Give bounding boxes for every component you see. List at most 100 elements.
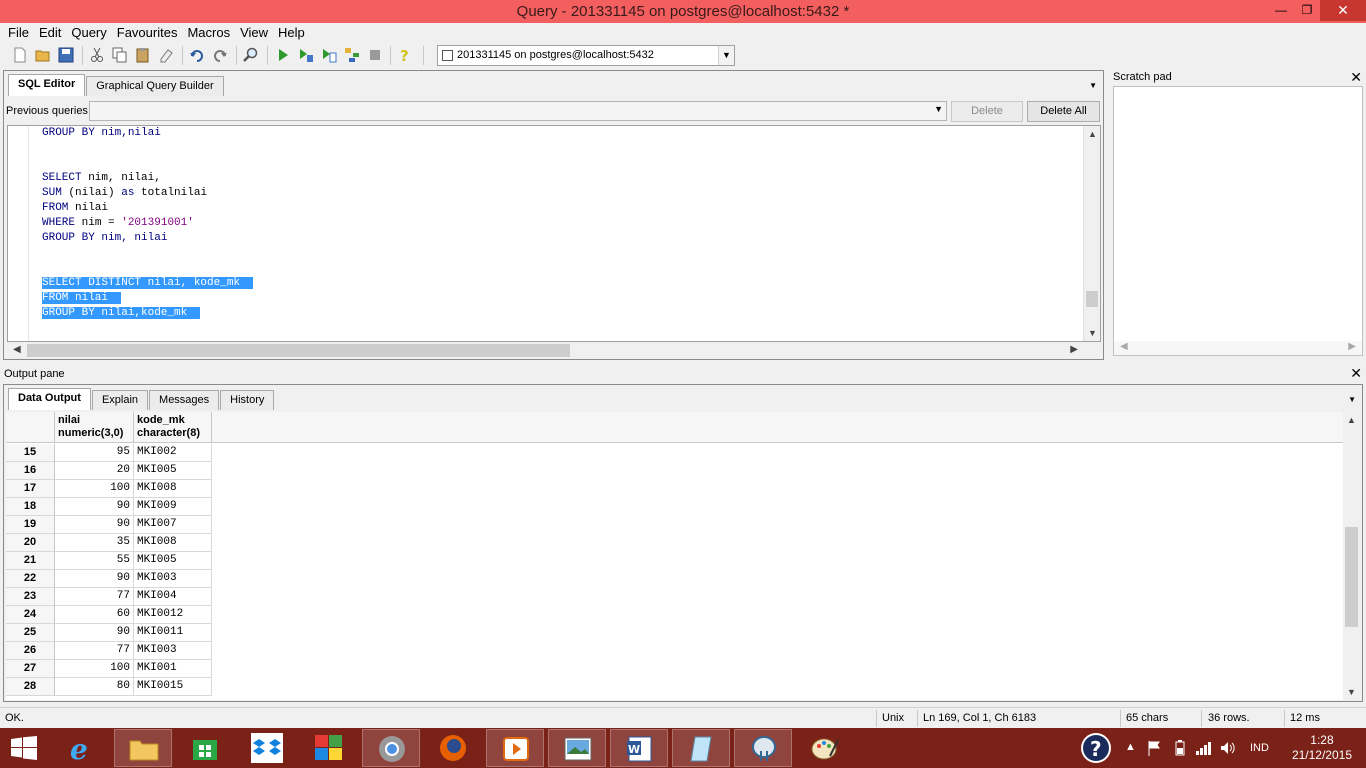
find-icon[interactable] xyxy=(243,47,259,63)
scroll-down-icon[interactable]: ▼ xyxy=(1088,328,1097,338)
table-row[interactable]: 20 35 MKI008 xyxy=(6,534,212,552)
cell-nilai[interactable]: 90 xyxy=(55,498,134,516)
taskbar-photo-viewer[interactable] xyxy=(548,729,606,767)
column-header-nilai[interactable]: nilai numeric(3,0) xyxy=(55,412,134,443)
tab-explain[interactable]: Explain xyxy=(91,390,149,410)
previous-queries-select[interactable]: ▼ xyxy=(89,101,947,121)
menu-view[interactable]: View xyxy=(235,23,273,42)
battery-icon[interactable] xyxy=(1175,740,1185,756)
grid-vertical-scrollbar[interactable]: ▲ ▼ xyxy=(1343,412,1360,700)
row-number[interactable]: 23 xyxy=(6,588,55,606)
grid-corner[interactable] xyxy=(6,412,55,443)
cell-nilai[interactable]: 90 xyxy=(55,570,134,588)
editor-vertical-scrollbar[interactable]: ▲ ▼ xyxy=(1083,126,1100,341)
table-row[interactable]: 15 95 MKI002 xyxy=(6,444,212,462)
menu-help[interactable]: Help xyxy=(273,23,310,42)
taskbar-paint[interactable] xyxy=(796,729,854,767)
menu-macros[interactable]: Macros xyxy=(182,23,235,42)
copy-icon[interactable] xyxy=(112,47,128,63)
cell-nilai[interactable]: 55 xyxy=(55,552,134,570)
scroll-up-icon[interactable]: ▲ xyxy=(1088,129,1097,139)
table-row[interactable]: 21 55 MKI005 xyxy=(6,552,212,570)
scroll-right-icon[interactable]: ▶ xyxy=(1070,344,1078,355)
cell-nilai[interactable]: 20 xyxy=(55,462,134,480)
taskbar-notepad[interactable] xyxy=(672,729,730,767)
table-row[interactable]: 27 100 MKI001 xyxy=(6,660,212,678)
row-number[interactable]: 15 xyxy=(6,444,55,462)
row-number[interactable]: 16 xyxy=(6,462,55,480)
cell-kode-mk[interactable]: MKI009 xyxy=(134,498,212,516)
panel-menu-icon[interactable]: ▼ xyxy=(1348,395,1356,404)
cell-kode-mk[interactable]: MKI003 xyxy=(134,570,212,588)
cell-kode-mk[interactable]: MKI005 xyxy=(134,462,212,480)
row-number[interactable]: 17 xyxy=(6,480,55,498)
help-tray-icon[interactable]: ? xyxy=(1080,732,1112,764)
row-number[interactable]: 25 xyxy=(6,624,55,642)
table-row[interactable]: 19 90 MKI007 xyxy=(6,516,212,534)
taskbar-dropbox[interactable] xyxy=(238,729,296,767)
cell-nilai[interactable]: 100 xyxy=(55,660,134,678)
table-row[interactable]: 28 80 MKI0015 xyxy=(6,678,212,696)
execute-icon[interactable] xyxy=(275,47,291,63)
row-number[interactable]: 28 xyxy=(6,678,55,696)
connection-select[interactable]: 201331145 on postgres@localhost:5432 ▼ xyxy=(437,45,735,66)
explain-icon[interactable] xyxy=(344,47,360,63)
new-file-icon[interactable] xyxy=(12,47,28,63)
cell-nilai[interactable]: 90 xyxy=(55,516,134,534)
sql-editor[interactable]: GROUP BY nim,nilai SELECT nim, nilai, SU… xyxy=(7,125,1101,342)
scratch-horizontal-scrollbar[interactable]: ◀ ▶ xyxy=(1114,341,1362,355)
cut-icon[interactable] xyxy=(89,47,105,63)
sql-text[interactable]: GROUP BY nim,nilai SELECT nim, nilai, SU… xyxy=(42,126,253,321)
tab-messages[interactable]: Messages xyxy=(149,390,220,410)
tab-data-output[interactable]: Data Output xyxy=(8,388,91,410)
scroll-left-icon[interactable]: ◀ xyxy=(1120,341,1128,352)
taskbar-chrome[interactable] xyxy=(362,729,420,767)
cell-kode-mk[interactable]: MKI007 xyxy=(134,516,212,534)
execute-pgscript-icon[interactable] xyxy=(298,47,314,63)
cell-nilai[interactable]: 80 xyxy=(55,678,134,696)
scroll-thumb[interactable] xyxy=(1086,291,1098,307)
menu-favourites[interactable]: Favourites xyxy=(112,23,183,42)
menu-query[interactable]: Query xyxy=(66,23,111,42)
execute-to-file-icon[interactable] xyxy=(321,47,337,63)
redo-icon[interactable] xyxy=(212,47,228,63)
cell-nilai[interactable]: 77 xyxy=(55,642,134,660)
row-number[interactable]: 26 xyxy=(6,642,55,660)
cell-nilai[interactable]: 77 xyxy=(55,588,134,606)
menu-file[interactable]: File xyxy=(3,23,34,42)
row-number[interactable]: 18 xyxy=(6,498,55,516)
row-number[interactable]: 27 xyxy=(6,660,55,678)
open-folder-icon[interactable] xyxy=(35,47,51,63)
cell-kode-mk[interactable]: MKI002 xyxy=(134,444,212,462)
cell-kode-mk[interactable]: MKI0012 xyxy=(134,606,212,624)
cell-kode-mk[interactable]: MKI0015 xyxy=(134,678,212,696)
windows-start-icon[interactable] xyxy=(10,736,38,760)
tab-sql-editor[interactable]: SQL Editor xyxy=(8,74,86,96)
tab-graphical-query-builder[interactable]: Graphical Query Builder xyxy=(86,76,224,96)
minimize-button[interactable]: — xyxy=(1268,0,1294,21)
table-row[interactable]: 16 20 MKI005 xyxy=(6,462,212,480)
show-hidden-icons[interactable]: ▲ xyxy=(1125,741,1136,768)
row-number[interactable]: 24 xyxy=(6,606,55,624)
cell-kode-mk[interactable]: MKI008 xyxy=(134,480,212,498)
row-number[interactable]: 19 xyxy=(6,516,55,534)
cell-nilai[interactable]: 35 xyxy=(55,534,134,552)
cell-kode-mk[interactable]: MKI003 xyxy=(134,642,212,660)
maximize-button[interactable]: ❐ xyxy=(1294,0,1320,21)
taskbar-internet-explorer[interactable]: e xyxy=(52,729,110,767)
close-icon[interactable]: ✕ xyxy=(1350,365,1362,382)
taskbar-file-explorer[interactable] xyxy=(114,729,172,767)
scroll-down-icon[interactable]: ▼ xyxy=(1347,687,1356,697)
scroll-thumb[interactable] xyxy=(1345,527,1358,627)
row-number[interactable]: 22 xyxy=(6,570,55,588)
delete-button[interactable]: Delete xyxy=(951,101,1023,122)
connection-checkbox[interactable] xyxy=(442,50,453,61)
editor-horizontal-scrollbar[interactable]: ◀ ▶ xyxy=(7,342,1084,359)
cell-nilai[interactable]: 100 xyxy=(55,480,134,498)
paste-icon[interactable] xyxy=(135,47,151,63)
volume-icon[interactable] xyxy=(1220,740,1236,756)
scroll-up-icon[interactable]: ▲ xyxy=(1347,415,1356,425)
table-row[interactable]: 25 90 MKI0011 xyxy=(6,624,212,642)
table-row[interactable]: 22 90 MKI003 xyxy=(6,570,212,588)
help-icon[interactable]: ? xyxy=(397,47,413,63)
